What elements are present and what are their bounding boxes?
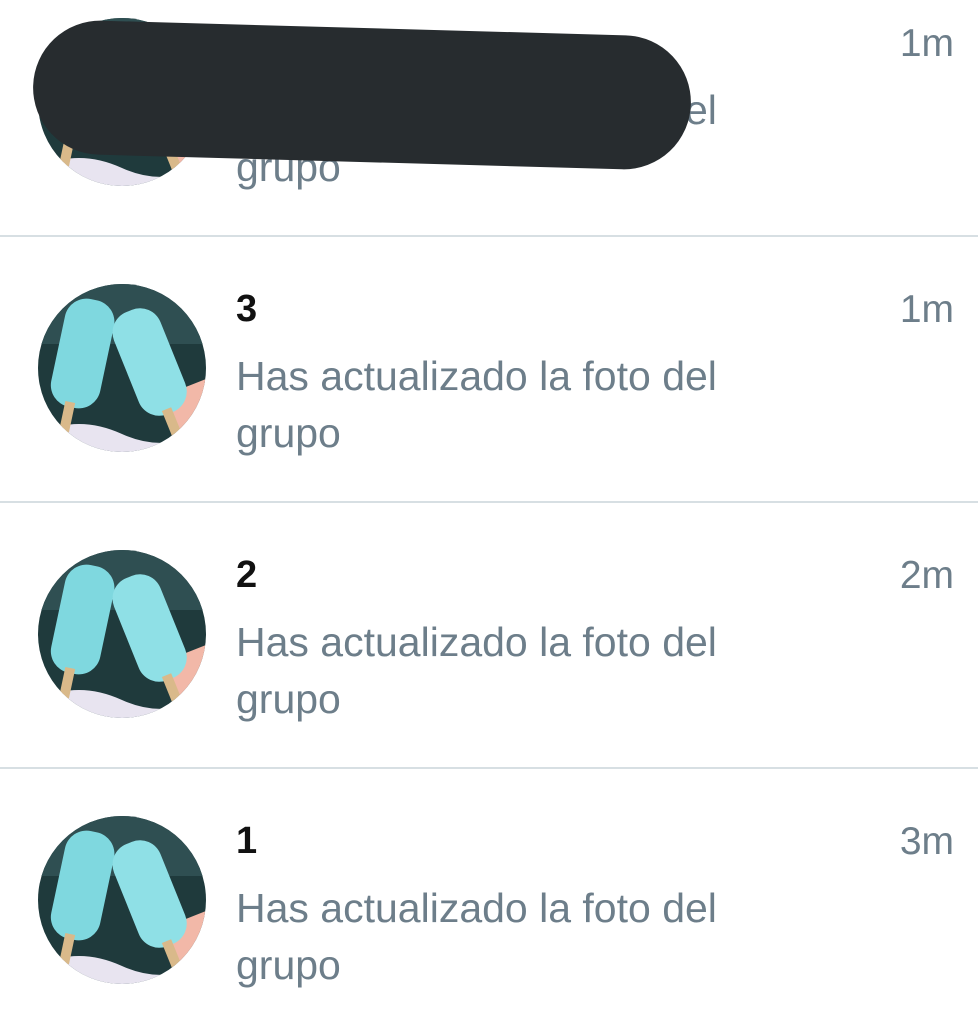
chat-timestamp: 1m bbox=[899, 288, 954, 331]
chat-title: 1 bbox=[236, 820, 258, 862]
chat-last-message: Has actualizado la foto del grupo bbox=[236, 619, 717, 722]
group-avatar[interactable] bbox=[38, 284, 206, 452]
chat-title: 3 bbox=[236, 288, 258, 330]
chat-last-message: Has actualizado la foto del grupo bbox=[236, 353, 717, 456]
popsicle-photo-icon bbox=[38, 550, 206, 718]
redaction-overlay bbox=[31, 18, 693, 172]
chat-row[interactable]: 3 Has actualizado la foto del grupo 1m bbox=[0, 236, 978, 502]
group-avatar[interactable] bbox=[38, 816, 206, 984]
chat-timestamp: 1m bbox=[899, 22, 954, 65]
chat-row[interactable]: 2 Has actualizado la foto del grupo 2m bbox=[0, 502, 978, 768]
chat-row[interactable]: 1 Has actualizado la foto del grupo 3m bbox=[0, 768, 978, 1023]
chat-last-message: Has actualizado la foto del grupo bbox=[236, 885, 717, 988]
chat-timestamp: 2m bbox=[899, 554, 954, 597]
popsicle-photo-icon bbox=[38, 284, 206, 452]
popsicle-photo-icon bbox=[38, 816, 206, 984]
chat-list: 4 Has actualizado la foto del grupo 1m bbox=[0, 0, 978, 1023]
chat-timestamp: 3m bbox=[899, 820, 954, 863]
group-avatar[interactable] bbox=[38, 550, 206, 718]
chat-title: 2 bbox=[236, 554, 258, 596]
